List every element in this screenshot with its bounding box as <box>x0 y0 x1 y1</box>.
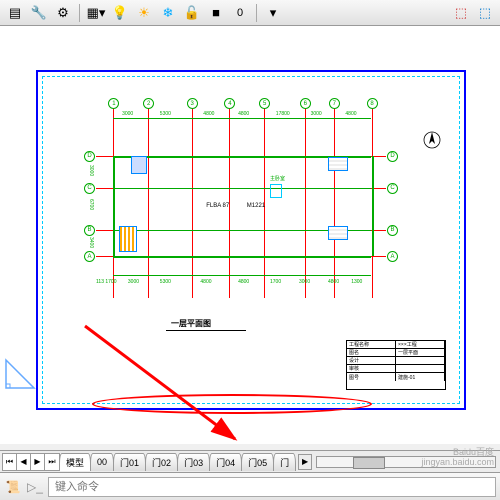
opening <box>328 157 348 171</box>
grid-bubble: 6 <box>300 98 311 109</box>
watermark: Baidu百度 jingyan.baidu.com <box>421 448 494 468</box>
grid-bubble: C <box>387 183 398 194</box>
tab-next-icon[interactable]: ▶ <box>31 454 45 470</box>
grid-bubble: 3 <box>187 98 198 109</box>
layout-tab[interactable]: 门05 <box>241 453 274 471</box>
opening <box>270 184 282 198</box>
command-bar: 📜 ▷_ <box>0 472 500 500</box>
tab-model[interactable]: 模型 <box>59 453 91 471</box>
dimension: 17800 <box>276 111 290 117</box>
grid-bubble: 2 <box>143 98 154 109</box>
separator <box>79 4 80 22</box>
tab-prev-icon[interactable]: ◀ <box>17 454 31 470</box>
dimension: 113 1700 <box>96 279 116 285</box>
layout-tab[interactable]: 门03 <box>177 453 210 471</box>
grid-bubble: B <box>387 225 398 236</box>
layer-iso-icon[interactable]: ⬚ <box>474 3 496 23</box>
triangle-icon <box>4 356 38 390</box>
tab-first-icon[interactable]: ⏮ <box>3 454 17 470</box>
command-prompt-icon[interactable]: ▷_ <box>26 478 44 496</box>
freeze-icon[interactable]: ❄ <box>157 3 179 23</box>
tab-scroll-icon[interactable]: ▶ <box>298 454 312 470</box>
stair <box>119 226 137 252</box>
layer-dropdown-icon[interactable]: ▦▾ <box>85 3 107 23</box>
layout-tab[interactable]: 门04 <box>209 453 242 471</box>
drawing-area[interactable]: 1 2 3 4 5 6 7 8 A B C D A B C D <box>0 26 500 444</box>
dimension: 1300 <box>351 279 362 285</box>
color-swatch-icon[interactable]: ■ <box>205 3 227 23</box>
room-label: 主卧室 <box>270 175 285 182</box>
dimension: 3000 <box>311 111 322 117</box>
wrench-icon[interactable]: 🔧 <box>28 3 50 23</box>
title-underline <box>166 330 246 331</box>
layout-tab[interactable]: 门 <box>273 453 296 471</box>
dimension: 6700 <box>88 199 94 210</box>
dimension: 4800 <box>345 111 356 117</box>
grid-bubble: D <box>387 151 398 162</box>
lock-icon[interactable]: 🔓 <box>181 3 203 23</box>
tab-nav-buttons: ⏮ ◀ ▶ ⏭ <box>2 453 60 471</box>
dimension: 4800 <box>238 279 249 285</box>
dimension: 3000 <box>88 165 94 176</box>
match-props-icon[interactable]: ⬚ <box>450 3 472 23</box>
dimension: 5300 <box>160 111 171 117</box>
dimension: 3000 <box>122 111 133 117</box>
grid-bubble: 5 <box>259 98 270 109</box>
dimension: 3400 <box>88 237 94 248</box>
layout-tab[interactable]: 门01 <box>113 453 146 471</box>
opening <box>328 226 348 240</box>
grid-bubble: B <box>84 225 95 236</box>
layout-tab[interactable]: 门02 <box>145 453 178 471</box>
opening <box>131 156 147 174</box>
main-toolbar: ▤ 🔧 ⚙ ▦▾ 💡 ☀ ❄ 🔓 ■ 0 ▾ ⬚ ⬚ <box>0 0 500 26</box>
titleblock: 工程名称×××工程 图名一层平面 设计 审核 图号建施-01 <box>346 340 446 390</box>
grid-bubble: 7 <box>329 98 340 109</box>
grid-bubble: 1 <box>108 98 119 109</box>
command-history-icon[interactable]: 📜 <box>4 478 22 496</box>
dimension: 3000 <box>299 279 310 285</box>
room-label: M1221 <box>247 203 265 209</box>
layer-properties-icon[interactable]: ▤ <box>4 3 26 23</box>
dimension: 1700 <box>270 279 281 285</box>
settings-icon[interactable]: ⚙ <box>52 3 74 23</box>
sheet-layout: 1 2 3 4 5 6 7 8 A B C D A B C D <box>36 70 466 410</box>
layer-state-icon[interactable]: ▾ <box>262 3 284 23</box>
dimension: 4800 <box>203 111 214 117</box>
command-input[interactable] <box>48 477 496 497</box>
north-compass-icon <box>422 130 442 150</box>
floorplan: 1 2 3 4 5 6 7 8 A B C D A B C D <box>96 108 386 298</box>
layout-tab[interactable]: 00 <box>90 453 114 471</box>
sun-icon[interactable]: ☀ <box>133 3 155 23</box>
dimension: 4800 <box>200 279 211 285</box>
grid-bubble: 8 <box>367 98 378 109</box>
dimension: 3000 <box>128 279 139 285</box>
layer-zero[interactable]: 0 <box>229 3 251 23</box>
room-label: FLBA 87 <box>206 203 229 209</box>
dimension: 4800 <box>238 111 249 117</box>
separator <box>256 4 257 22</box>
grid-bubble: D <box>84 151 95 162</box>
lightbulb-icon[interactable]: 💡 <box>109 3 131 23</box>
grid-bubble: 4 <box>224 98 235 109</box>
drawing-title: 一层平面图 <box>171 318 211 329</box>
dimension: 5300 <box>160 279 171 285</box>
tab-last-icon[interactable]: ⏭ <box>45 454 59 470</box>
grid-bubble: C <box>84 183 95 194</box>
dimension: 4800 <box>328 279 339 285</box>
